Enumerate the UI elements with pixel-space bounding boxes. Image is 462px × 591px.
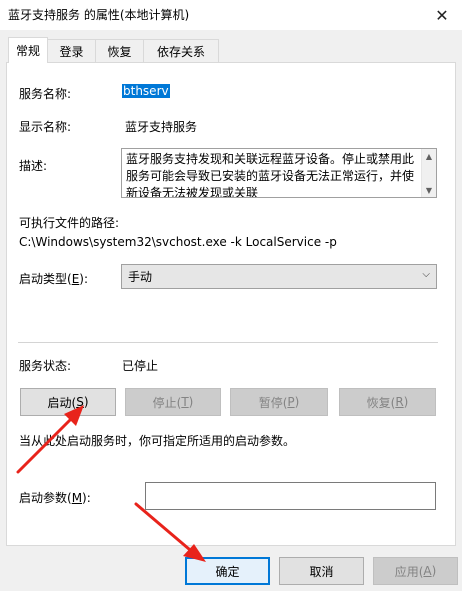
apply-button[interactable]: 应用(A)	[373, 557, 458, 585]
display-name-value[interactable]: 蓝牙支持服务	[125, 118, 197, 135]
divider	[18, 342, 438, 343]
tab-label: 依存关系	[156, 44, 205, 59]
tab-label: 登录	[59, 44, 84, 59]
service-name-value[interactable]: bthserv	[122, 84, 170, 98]
tab-recovery[interactable]: 恢复	[95, 39, 144, 62]
exe-path-label: 可执行文件的路径:	[19, 216, 120, 230]
service-status-label: 服务状态:	[19, 359, 72, 373]
service-name-text: bthserv	[122, 84, 170, 98]
exe-path-value[interactable]: C:\Windows\system32\svchost.exe -k Local…	[19, 235, 337, 249]
description-label: 描述:	[19, 159, 48, 173]
tab-logon[interactable]: 登录	[47, 39, 96, 62]
resume-button[interactable]: 恢复(R)	[339, 388, 436, 416]
tab-dependencies[interactable]: 依存关系	[143, 39, 219, 62]
display-name-label: 显示名称:	[19, 120, 72, 134]
tab-general[interactable]: 常规	[8, 37, 48, 63]
window-title: 蓝牙支持服务 的属性(本地计算机)	[8, 8, 190, 22]
start-params-label: 启动参数(M):	[19, 491, 91, 505]
scroll-up-icon[interactable]: ▲	[422, 149, 436, 163]
service-status-value: 已停止	[122, 359, 159, 373]
startup-type-dropdown[interactable]: 手动 ⌵	[121, 264, 437, 289]
start-params-input[interactable]	[145, 482, 436, 510]
close-icon[interactable]: ✕	[430, 4, 454, 26]
description-text: 蓝牙服务支持发现和关联远程蓝牙设备。停止或禁用此服务可能会导致已安装的蓝牙设备无…	[126, 152, 415, 198]
startup-type-label: 启动类型(E):	[19, 272, 89, 286]
start-button[interactable]: 启动(S)	[20, 388, 116, 416]
ok-button[interactable]: 确定	[185, 557, 270, 585]
service-name-label: 服务名称:	[19, 87, 72, 101]
scroll-down-icon[interactable]: ▼	[422, 183, 436, 197]
tab-label: 恢复	[107, 44, 132, 59]
pause-button[interactable]: 暂停(P)	[230, 388, 328, 416]
description-textbox[interactable]: 蓝牙服务支持发现和关联远程蓝牙设备。停止或禁用此服务可能会导致已安装的蓝牙设备无…	[121, 148, 437, 198]
cancel-button[interactable]: 取消	[279, 557, 364, 585]
stop-button[interactable]: 停止(T)	[125, 388, 221, 416]
general-panel	[6, 62, 456, 546]
startup-type-value: 手动	[128, 270, 153, 284]
description-scrollbar[interactable]: ▲ ▼	[421, 149, 436, 197]
title-bar: 蓝牙支持服务 的属性(本地计算机) ✕	[0, 0, 462, 30]
start-params-hint: 当从此处启动服务时，你可指定所适用的启动参数。	[19, 434, 296, 448]
chevron-down-icon: ⌵	[422, 269, 430, 280]
tab-label: 常规	[15, 44, 40, 58]
